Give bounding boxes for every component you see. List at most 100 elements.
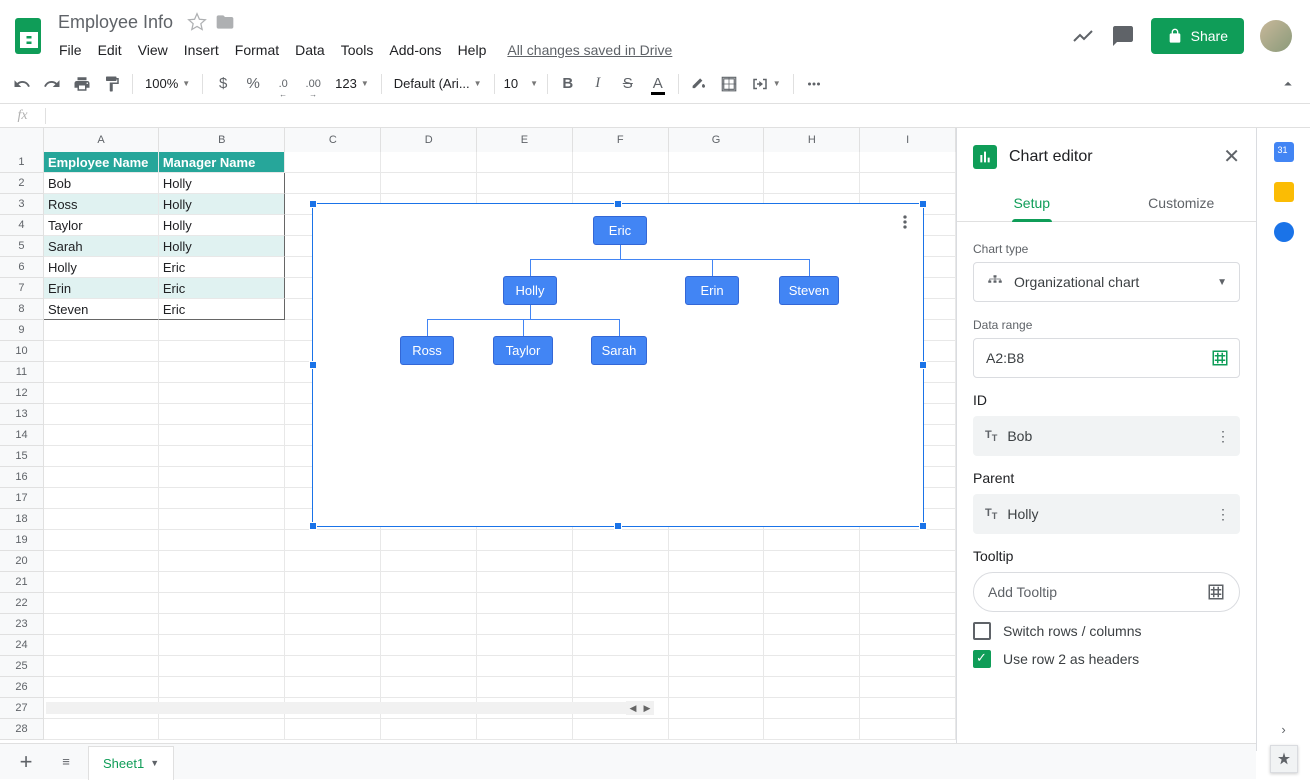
cell[interactable]: [764, 530, 860, 551]
org-chart[interactable]: EricHollyErinStevenRossTaylorSarah: [312, 203, 924, 527]
cell[interactable]: [477, 614, 573, 635]
cell[interactable]: [159, 572, 285, 593]
all-sheets-button[interactable]: ≡: [48, 746, 84, 778]
cell[interactable]: [285, 593, 381, 614]
org-node[interactable]: Holly: [503, 276, 557, 305]
comments-icon[interactable]: [1111, 24, 1135, 48]
bold-button[interactable]: B: [554, 70, 582, 98]
cell[interactable]: [764, 173, 860, 194]
select-all-corner[interactable]: [0, 128, 44, 152]
cell[interactable]: Taylor: [44, 215, 159, 236]
row-header[interactable]: 21: [0, 572, 44, 593]
cell[interactable]: [764, 677, 860, 698]
select-range-icon[interactable]: [1211, 349, 1229, 367]
cell[interactable]: [860, 152, 956, 173]
cell[interactable]: [159, 677, 285, 698]
cell[interactable]: [44, 425, 159, 446]
cell[interactable]: [159, 509, 285, 530]
cell[interactable]: [159, 614, 285, 635]
cell[interactable]: Erin: [44, 278, 159, 299]
currency-button[interactable]: $: [209, 70, 237, 98]
cell[interactable]: [573, 656, 669, 677]
cell[interactable]: [860, 614, 956, 635]
cell[interactable]: [159, 425, 285, 446]
chart-type-select[interactable]: Organizational chart ▼: [973, 262, 1240, 302]
cell[interactable]: [285, 152, 381, 173]
print-button[interactable]: [68, 70, 96, 98]
row-header[interactable]: 16: [0, 467, 44, 488]
cell[interactable]: [159, 635, 285, 656]
cell[interactable]: [44, 572, 159, 593]
cell[interactable]: [669, 530, 765, 551]
number-format-select[interactable]: 123▼: [329, 72, 375, 95]
row-header[interactable]: 5: [0, 236, 44, 257]
cell[interactable]: Holly: [159, 173, 285, 194]
cell[interactable]: [669, 593, 765, 614]
cell[interactable]: [44, 530, 159, 551]
cell[interactable]: [381, 173, 477, 194]
cell[interactable]: [285, 677, 381, 698]
id-menu-icon[interactable]: ⋮: [1216, 428, 1230, 445]
cell[interactable]: [381, 656, 477, 677]
undo-button[interactable]: [8, 70, 36, 98]
scroll-left-button[interactable]: ◀: [626, 701, 640, 715]
cell[interactable]: [669, 614, 765, 635]
cell[interactable]: [159, 551, 285, 572]
column-header[interactable]: D: [381, 128, 477, 152]
cell[interactable]: [669, 152, 765, 173]
cell[interactable]: [44, 362, 159, 383]
cell[interactable]: [44, 593, 159, 614]
cell[interactable]: [669, 572, 765, 593]
font-size-select[interactable]: 10▼: [501, 72, 541, 95]
cell[interactable]: [669, 698, 765, 719]
cell[interactable]: Eric: [159, 257, 285, 278]
column-header[interactable]: F: [573, 128, 669, 152]
keep-icon[interactable]: [1274, 182, 1294, 202]
column-header[interactable]: G: [669, 128, 765, 152]
cell[interactable]: [669, 719, 765, 740]
cell[interactable]: [477, 530, 573, 551]
cell[interactable]: [477, 593, 573, 614]
column-header[interactable]: B: [159, 128, 285, 152]
scroll-right-button[interactable]: ▶: [640, 701, 654, 715]
menu-add-ons[interactable]: Add-ons: [382, 38, 448, 62]
cell[interactable]: [860, 551, 956, 572]
decrease-decimal-button[interactable]: .0←: [269, 70, 297, 98]
cell[interactable]: [159, 341, 285, 362]
cell[interactable]: [573, 677, 669, 698]
cell[interactable]: [573, 173, 669, 194]
sheet-tab[interactable]: Sheet1▼: [88, 746, 174, 780]
percent-button[interactable]: %: [239, 70, 267, 98]
cell[interactable]: [573, 530, 669, 551]
cell[interactable]: [477, 656, 573, 677]
cell[interactable]: Holly: [159, 194, 285, 215]
row-header[interactable]: 18: [0, 509, 44, 530]
menu-data[interactable]: Data: [288, 38, 332, 62]
cell[interactable]: [669, 677, 765, 698]
calendar-icon[interactable]: 31: [1274, 142, 1294, 162]
show-side-panel-button[interactable]: ›: [1274, 719, 1294, 739]
cell[interactable]: [764, 656, 860, 677]
parent-field[interactable]: TT Holly ⋮: [973, 494, 1240, 534]
cell[interactable]: Manager Name: [159, 152, 285, 173]
zoom-select[interactable]: 100%▼: [139, 72, 196, 95]
cell[interactable]: [477, 551, 573, 572]
move-folder-icon[interactable]: [215, 12, 235, 32]
tooltip-field[interactable]: Add Tooltip: [973, 572, 1240, 612]
cell[interactable]: [44, 614, 159, 635]
cell[interactable]: [44, 488, 159, 509]
cell[interactable]: Holly: [159, 215, 285, 236]
menu-format[interactable]: Format: [228, 38, 286, 62]
cell[interactable]: [44, 467, 159, 488]
close-panel-button[interactable]: ✕: [1223, 144, 1240, 169]
cell[interactable]: [285, 719, 381, 740]
row-header[interactable]: 12: [0, 383, 44, 404]
column-header[interactable]: I: [860, 128, 956, 152]
cell[interactable]: [477, 635, 573, 656]
cell[interactable]: [477, 152, 573, 173]
use-headers-checkbox[interactable]: [973, 650, 991, 668]
org-node[interactable]: Erin: [685, 276, 739, 305]
cell[interactable]: Eric: [159, 278, 285, 299]
row-header[interactable]: 2: [0, 173, 44, 194]
cell[interactable]: [381, 551, 477, 572]
